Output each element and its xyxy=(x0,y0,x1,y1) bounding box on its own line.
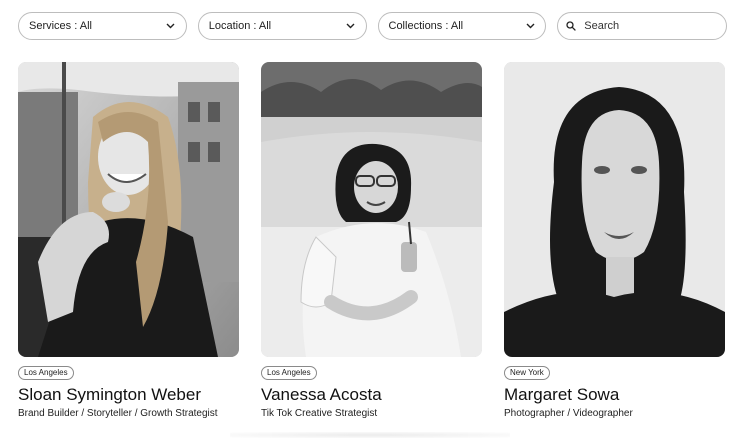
chevron-down-icon xyxy=(346,21,356,31)
creator-photo xyxy=(18,62,239,357)
creator-photo xyxy=(261,62,482,357)
creator-role: Photographer / Videographer xyxy=(504,408,633,419)
search-input[interactable] xyxy=(576,20,715,32)
location-badge: New York xyxy=(504,366,550,380)
creator-name[interactable]: Vanessa Acosta xyxy=(261,384,482,405)
location-filter-label: Location : All xyxy=(208,20,272,32)
services-filter-label: Services : All xyxy=(29,20,92,32)
services-filter-dropdown[interactable]: Services : All xyxy=(18,12,187,40)
location-badge: Los Angeles xyxy=(261,366,317,380)
creator-role: Brand Builder / Storyteller / Growth Str… xyxy=(18,408,218,419)
search-icon xyxy=(566,21,576,31)
collections-filter-label: Collections : All xyxy=(388,20,464,32)
filter-bar: Services : All Location : All Collection… xyxy=(18,12,727,42)
bottom-shadow xyxy=(230,432,510,438)
chevron-down-icon xyxy=(525,21,535,31)
search-box xyxy=(557,12,727,40)
collections-filter-dropdown[interactable]: Collections : All xyxy=(377,12,547,40)
creator-name[interactable]: Sloan Symington Weber xyxy=(18,384,239,405)
chevron-down-icon xyxy=(166,21,176,31)
creator-card[interactable]: Los Angeles Sloan Symington Weber Brand … xyxy=(18,62,239,420)
creator-card[interactable]: Los Angeles Vanessa Acosta Tik Tok Creat… xyxy=(261,62,482,420)
creator-grid: Los Angeles Sloan Symington Weber Brand … xyxy=(18,62,726,420)
location-filter-dropdown[interactable]: Location : All xyxy=(197,12,367,40)
location-badge: Los Angeles xyxy=(18,366,74,380)
creator-name[interactable]: Margaret Sowa xyxy=(504,384,725,405)
creator-card[interactable]: New York Margaret Sowa Photographer / Vi… xyxy=(504,62,725,420)
creator-role: Tik Tok Creative Strategist xyxy=(261,408,378,419)
creator-photo xyxy=(504,62,725,357)
